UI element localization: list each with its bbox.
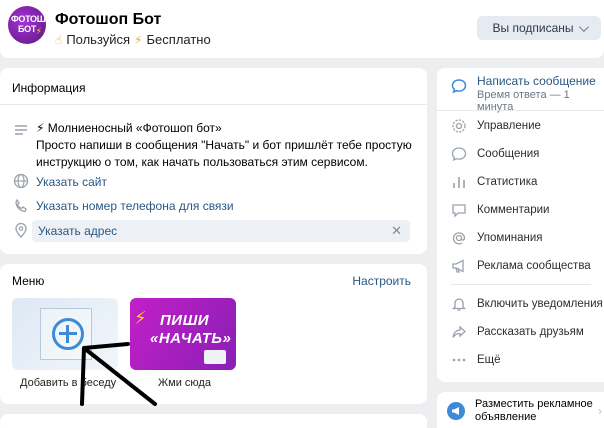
subscribed-label: Вы подписаны [492, 21, 574, 35]
actions-sidebar: Написать сообщение Время ответа — 1 мину… [437, 68, 604, 382]
sidebar-item-manage[interactable]: Управление [451, 118, 541, 134]
configure-link[interactable]: Настроить [352, 274, 411, 288]
chevron-down-icon [578, 21, 589, 32]
plus-icon [66, 325, 69, 343]
community-header: ФОТОШОП БОТ ⚡ Фотошоп Бот ☝ Пользуйся ⚡ … [0, 0, 604, 58]
share-icon [452, 325, 466, 338]
status-free: Бесплатно [146, 32, 211, 47]
sidebar-item-label: Включить уведомления [477, 298, 603, 310]
location-icon [15, 222, 27, 238]
sidebar-item-more[interactable]: Ещё [451, 352, 501, 368]
tile-label[interactable]: Добавить в беседу [20, 377, 116, 389]
sidebar-item-share[interactable]: Рассказать друзьям [451, 324, 584, 340]
description-icon [15, 125, 27, 135]
subscribed-button[interactable]: Вы подписаны [477, 16, 601, 40]
megaphone-icon [447, 402, 465, 420]
envelope-icon [204, 350, 226, 364]
sidebar-item-label: Комментарии [477, 204, 550, 216]
tile-banner-line2: «НАЧАТЬ» [150, 330, 232, 347]
address-field[interactable]: Указать адрес ✕ [32, 220, 410, 242]
sidebar-item-label: Сообщения [477, 148, 540, 160]
next-card [0, 414, 427, 428]
divider [451, 284, 591, 285]
sidebar-item-ads[interactable]: Реклама сообщества [451, 258, 591, 274]
megaphone-icon [452, 259, 464, 273]
sidebar-item-label: Реклама сообщества [477, 260, 591, 272]
divider [0, 104, 427, 105]
at-icon [452, 232, 466, 245]
sidebar-item-messages[interactable]: Сообщения [451, 146, 539, 162]
sidebar-item-label: Упоминания [477, 232, 543, 244]
create-ad-label: Разместить рекламное объявление [475, 398, 593, 423]
phone-link[interactable]: Указать номер телефона для связи [36, 199, 234, 213]
tile-label[interactable]: Жми сюда [158, 377, 211, 389]
menu-title: Меню [12, 274, 45, 288]
info-description: ⚡ Молниеносный «Фотошоп бот» Просто напи… [36, 121, 412, 169]
sidebar-item-notifications[interactable]: Включить уведомления [451, 296, 603, 312]
community-title: Фотошоп Бот [55, 11, 162, 28]
sidebar-item-label: Статистика [477, 176, 538, 188]
message-icon [451, 79, 467, 94]
create-ad-card[interactable]: Разместить рекламное объявление › [437, 392, 604, 428]
address-link[interactable]: Указать адрес [38, 224, 117, 238]
sidebar-item-stats[interactable]: Статистика [451, 174, 537, 190]
sidebar-item-label: Рассказать друзьям [477, 326, 584, 338]
stats-icon [453, 177, 465, 188]
add-to-chat-tile[interactable] [12, 298, 118, 370]
tile-banner-line1: ПИШИ [160, 312, 210, 329]
sidebar-item-comments[interactable]: Комментарии [451, 202, 549, 218]
write-message-link[interactable]: Написать сообщение [477, 74, 596, 88]
bell-icon [451, 298, 467, 311]
message-icon [451, 147, 467, 162]
info-title: Информация [12, 81, 86, 95]
sidebar-item-label: Ещё [477, 354, 501, 366]
close-icon[interactable]: ✕ [391, 223, 402, 239]
community-avatar[interactable]: ФОТОШОП БОТ ⚡ [8, 6, 46, 44]
menu-card: Меню Настроить Добавить в беседу ⚡ ПИШИ … [0, 264, 427, 404]
sidebar-item-label: Управление [477, 120, 541, 132]
comment-icon [452, 204, 466, 218]
hand-point-icon: ☝ [55, 32, 63, 47]
phone-icon [15, 198, 27, 213]
lightning-icon: ⚡ [134, 32, 143, 47]
press-here-tile[interactable]: ⚡ ПИШИ «НАЧАТЬ» [130, 298, 236, 370]
globe-icon [13, 173, 29, 189]
lightning-icon: ⚡ [35, 26, 42, 36]
lightning-icon: ⚡ [134, 308, 147, 328]
divider [437, 110, 604, 111]
info-card: Информация ⚡ Молниеносный «Фотошоп бот» … [0, 68, 427, 254]
community-status: ☝ Пользуйся ⚡ Бесплатно [55, 32, 211, 47]
sidebar-item-mentions[interactable]: Упоминания [451, 230, 543, 246]
site-link[interactable]: Указать сайт [36, 175, 107, 189]
gear-icon [452, 119, 466, 133]
more-icon [452, 358, 466, 362]
status-use: Пользуйся [66, 32, 131, 47]
chevron-right-icon: › [598, 404, 602, 418]
